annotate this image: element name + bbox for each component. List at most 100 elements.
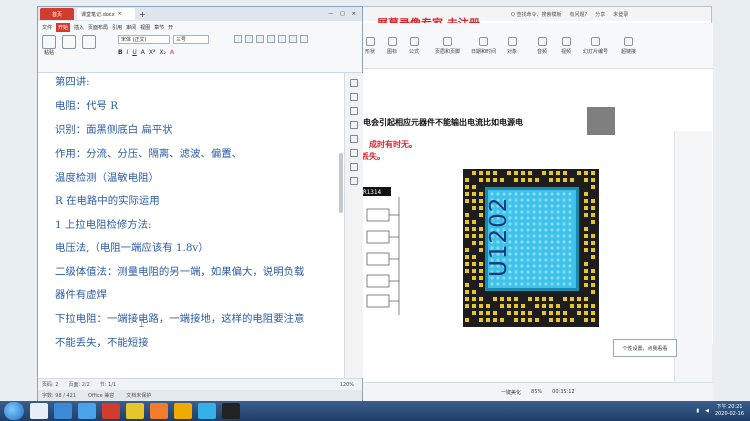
document-line[interactable]: 二级体值法：测量电阻的另一端，如果偏大，说明负载 <box>55 263 304 278</box>
maximize-icon[interactable]: □ <box>340 11 345 17</box>
superscript-button[interactable]: X² <box>149 49 156 56</box>
media-player-icon[interactable] <box>174 403 192 419</box>
document-line[interactable]: 识别：面黑侧底白 扁平状 <box>55 121 173 136</box>
menu-references[interactable]: 引用 <box>112 24 122 31</box>
beautify-button[interactable]: 一键美化 <box>501 389 521 396</box>
minimize-icon[interactable]: — <box>328 11 333 17</box>
select-icon[interactable] <box>350 79 358 87</box>
tab-document[interactable]: 课堂笔记.docx × <box>77 8 135 20</box>
formula-button[interactable]: 公式 <box>409 37 419 55</box>
pcb-pad <box>584 199 588 203</box>
pcb-pad <box>479 304 483 308</box>
menu-file[interactable]: 文件 <box>42 24 52 31</box>
chip-ball <box>550 228 554 232</box>
share-button[interactable]: 分享 <box>595 11 605 18</box>
audio-button[interactable]: 音频 <box>537 37 547 55</box>
clock[interactable]: 下午 20:21 2020-02-16 <box>715 404 744 418</box>
file-explorer-icon[interactable] <box>30 403 48 419</box>
document-line[interactable]: 下拉电阻：一端接电路，一端接地，这样的电阻要注意 <box>55 310 304 325</box>
command-search[interactable]: Q 查找命令、搜索模板 <box>511 11 562 18</box>
menu-dev[interactable]: 开 <box>168 24 173 31</box>
document-line[interactable]: 作用：分流、分压、隔离、滤波、偏置、 <box>55 145 242 160</box>
chat-app-icon[interactable] <box>198 403 216 419</box>
menu-insert[interactable]: 插入 <box>74 24 84 31</box>
slide-number-button[interactable]: 幻灯片编号 <box>583 37 608 55</box>
eraser-icon[interactable] <box>350 121 358 129</box>
table-icon[interactable] <box>350 135 358 143</box>
wps-office-icon[interactable] <box>102 403 120 419</box>
network-icon[interactable]: ▮ <box>696 408 699 414</box>
numbering-icon[interactable] <box>245 35 253 43</box>
header-footer-button[interactable]: 页眉和页脚 <box>435 37 460 55</box>
tip-popup[interactable]: 个性设置，点我看看 <box>613 339 677 357</box>
chip-ball <box>526 276 530 280</box>
hyperlink-button[interactable]: 超链接 <box>621 37 636 55</box>
chip-ball <box>568 246 572 250</box>
pcb-pad <box>479 241 483 245</box>
document-line[interactable]: 电压法,（电阻一端应该有 1.8v） <box>55 239 209 254</box>
bullets-icon[interactable] <box>234 35 242 43</box>
italic-button[interactable]: I <box>127 49 129 56</box>
document-line[interactable]: 器件有虚焊 <box>55 286 107 301</box>
cut-icon[interactable] <box>62 35 76 49</box>
browser-icon[interactable] <box>54 403 72 419</box>
object-button[interactable]: 对象 <box>507 37 517 55</box>
subscript-button[interactable]: X₂ <box>159 49 166 56</box>
slide-canvas[interactable]: 电会引起相应元器件不能输出电流比如电源电 成时有时无。 丢失。 R1314 U1… <box>361 69 713 406</box>
folder-icon[interactable] <box>126 403 144 419</box>
document-page[interactable]: 第四讲: 电阻：代号 R 识别：面黑侧底白 扁平状作用：分流、分压、隔离、滤波、偏置… <box>38 73 344 378</box>
font-color-button[interactable]: A <box>141 49 145 56</box>
font-name-select[interactable]: 宋体 (正文) <box>118 35 170 44</box>
document-line[interactable]: 第四讲: <box>55 73 90 88</box>
underline-button[interactable]: U <box>132 49 136 56</box>
share-icon[interactable] <box>350 163 358 171</box>
volume-icon[interactable]: ◀ <box>705 408 709 414</box>
document-line[interactable]: 不能丢失，不能短接 <box>55 334 149 349</box>
vertical-scrollbar[interactable] <box>339 153 343 213</box>
help-link[interactable]: 有问题? <box>570 11 588 18</box>
chip-ball <box>526 240 530 244</box>
close-tab-icon[interactable]: × <box>118 11 122 17</box>
settings-icon[interactable] <box>350 177 358 185</box>
menu-view[interactable]: 视图 <box>140 24 150 31</box>
shape-tool-icon[interactable] <box>350 107 358 115</box>
tab-home[interactable]: 首页 <box>40 8 74 20</box>
shape-button[interactable]: 形状 <box>365 37 375 55</box>
align-left-icon[interactable] <box>267 35 275 43</box>
menu-chapter[interactable]: 章节 <box>154 24 164 31</box>
recorder-icon[interactable] <box>222 403 240 419</box>
bold-button[interactable]: B <box>118 49 123 56</box>
pcb-pad <box>542 311 546 315</box>
menu-layout[interactable]: 页面布局 <box>88 24 108 31</box>
font-size-select[interactable]: 三号 <box>173 35 209 44</box>
icon-button[interactable]: 图标 <box>387 37 397 55</box>
align-center-icon[interactable] <box>278 35 286 43</box>
align-right-icon[interactable] <box>289 35 297 43</box>
line-spacing-icon[interactable] <box>300 35 308 43</box>
pen-icon[interactable] <box>350 93 358 101</box>
highlight-button[interactable]: A <box>170 49 174 56</box>
document-line[interactable]: R 在电路中的实际运用 <box>55 192 160 207</box>
wps-writer-icon[interactable] <box>78 403 96 419</box>
video-button[interactable]: 视频 <box>561 37 571 55</box>
date-time-button[interactable]: 日期和时间 <box>471 37 496 55</box>
pcb-pad <box>549 318 553 322</box>
close-icon[interactable]: × <box>352 11 356 17</box>
login-status[interactable]: 未登录 <box>613 11 628 18</box>
pcb-pad <box>549 171 553 175</box>
document-line[interactable]: 温度检测（温敏电阻） <box>55 169 159 184</box>
menu-review[interactable]: 审阅 <box>126 24 136 31</box>
paste-button[interactable]: 粘贴 <box>42 35 56 56</box>
menu-home[interactable]: 开始 <box>56 22 71 32</box>
pcb-pad <box>472 227 476 231</box>
presentation-app-icon[interactable] <box>150 403 168 419</box>
document-line[interactable]: 电阻：代号 R <box>55 97 118 112</box>
format-painter-icon[interactable] <box>82 35 96 49</box>
picture-icon[interactable] <box>350 149 358 157</box>
document-line[interactable]: 1 上拉电阻检修方法: <box>55 216 152 231</box>
indent-icon[interactable] <box>256 35 264 43</box>
zoom-level[interactable]: 85% <box>531 389 542 395</box>
start-button[interactable] <box>4 402 24 420</box>
zoom-level[interactable]: 120% <box>340 382 354 388</box>
new-tab-icon[interactable]: + <box>139 10 146 19</box>
